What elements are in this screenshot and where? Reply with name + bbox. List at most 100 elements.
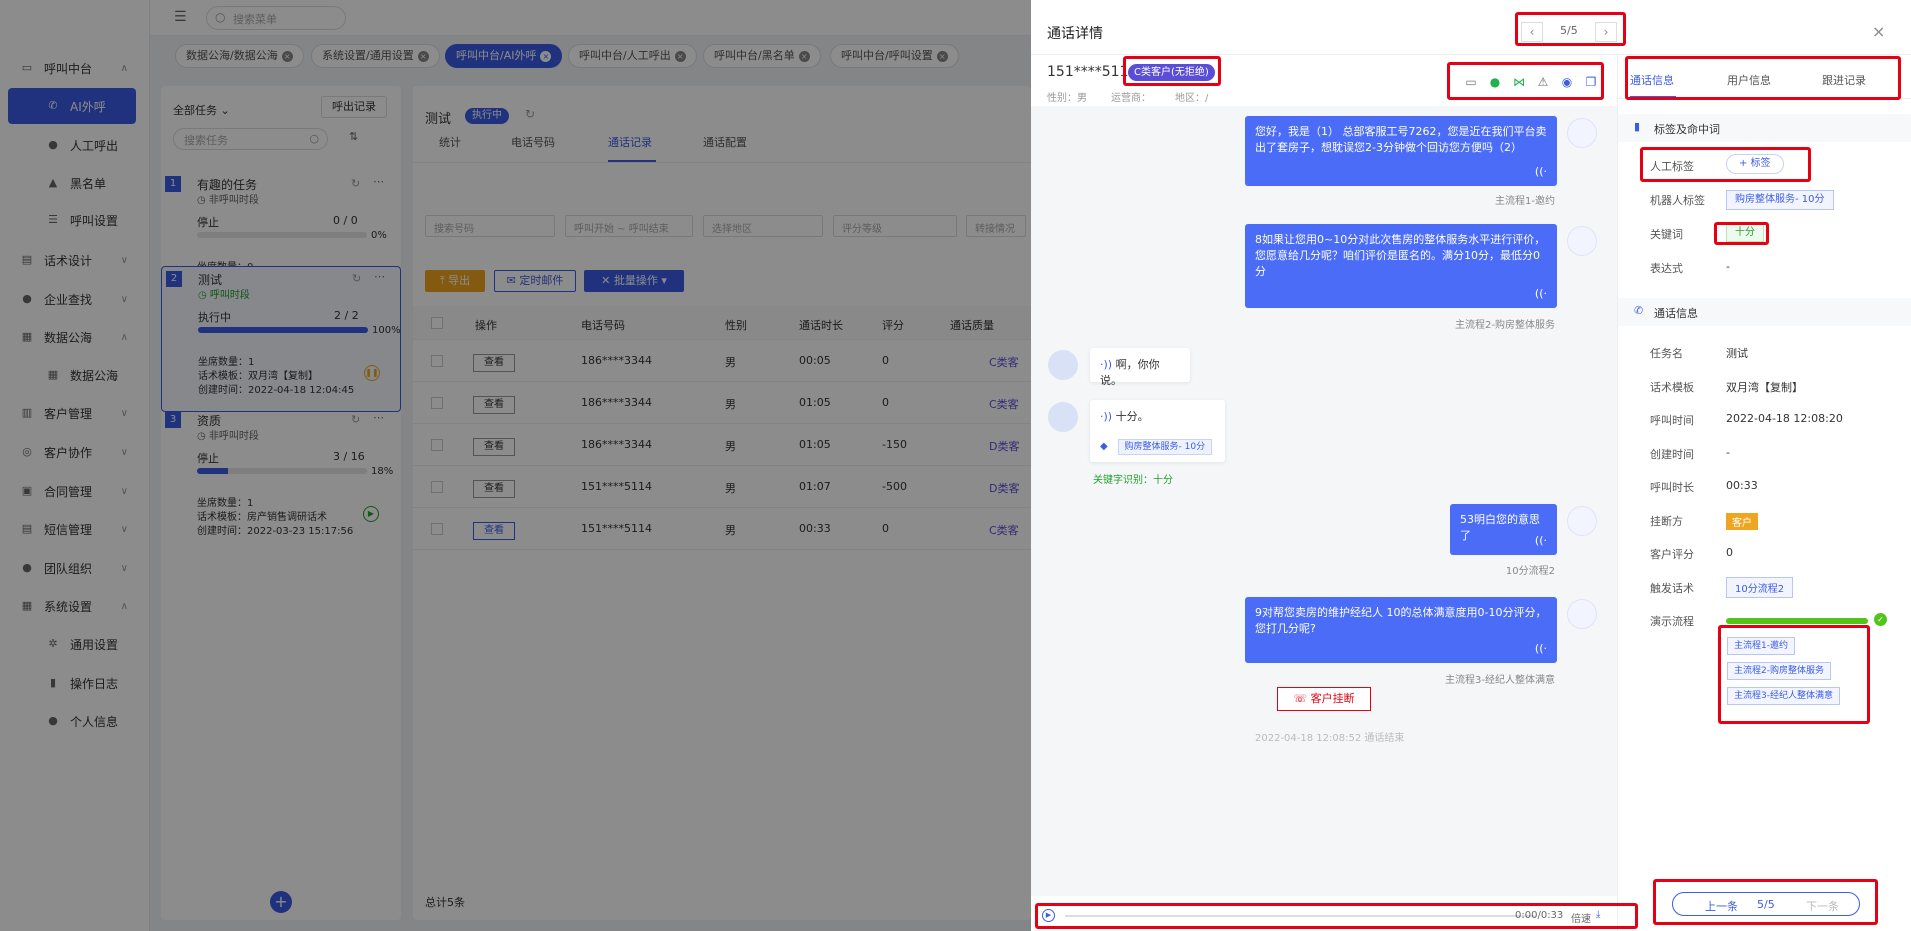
share-icon[interactable]: ⋈	[1511, 74, 1527, 90]
customer-message: ·)) 啊，你你说。	[1090, 348, 1190, 387]
modal-mask[interactable]	[0, 0, 1031, 931]
audio-wave-icon[interactable]: ((·	[1535, 533, 1547, 549]
message-tag-chip: 购房整体服务- 10分	[1117, 439, 1213, 455]
robot-avatar-icon	[1567, 226, 1597, 256]
customer-message-text: 十分。	[1115, 410, 1149, 423]
flow-step[interactable]: 主流程3-经纪人整体满意	[1727, 687, 1840, 705]
call-section-header: ✆ 通话信息	[1618, 298, 1911, 326]
expression-value: -	[1726, 260, 1730, 273]
call-info-value: -	[1726, 445, 1730, 459]
robot-tag-chip: 购房整体服务- 10分	[1726, 190, 1834, 210]
tag-icon: ◆	[1100, 441, 1108, 452]
record-pager: 5/5	[1560, 24, 1578, 37]
call-info-label: 呼叫时间	[1650, 414, 1694, 427]
bookmark-icon: ▮	[1634, 120, 1641, 133]
robot-message: 53明白您的意思了 ((·	[1450, 504, 1557, 555]
call-info-value: 00:33	[1726, 479, 1758, 492]
audio-progress-track[interactable]	[1065, 915, 1535, 917]
close-icon[interactable]: ×	[1872, 22, 1885, 41]
speed-control[interactable]: 倍速	[1571, 910, 1591, 925]
hangup-icon: ☏	[1293, 692, 1308, 705]
audio-wave-icon[interactable]: ((·	[1535, 641, 1547, 657]
call-info-label: 触发话术	[1650, 581, 1694, 595]
keyword-recognition: 关键字识别：十分	[1093, 475, 1173, 486]
call-info-value: 客户	[1726, 512, 1758, 530]
message-caption: 10分流程2	[1505, 566, 1555, 577]
message-icon[interactable]: ●	[1487, 74, 1503, 90]
robot-message: 9对帮您卖房的维护经纪人 10的总体满意度用0-10分评分，您打几分呢? ((·	[1245, 597, 1557, 663]
customer-avatar-icon	[1048, 402, 1078, 432]
robot-message-text: 8如果让您用0~10分对此次售房的整体服务水平进行评价，您愿意给几分呢？咱们评价…	[1255, 233, 1546, 278]
play-icon[interactable]: ▶	[1042, 909, 1055, 922]
call-info-label: 任务名	[1650, 347, 1683, 360]
call-info-value: 测试	[1726, 347, 1748, 360]
call-info-value: 双月湾【复制】	[1726, 380, 1803, 394]
transcript-icon[interactable]: ▭	[1463, 74, 1479, 90]
customer-phone: 151****5114	[1047, 64, 1138, 80]
customer-class-badge: C类客户(无拒绝)	[1128, 64, 1215, 81]
audio-wave-icon[interactable]: ·))	[1100, 410, 1112, 423]
flow-step[interactable]: 主流程2-购房整体服务	[1727, 662, 1831, 680]
audio-time: 0:00/0:33	[1515, 910, 1564, 921]
next-record-button[interactable]: 下一条	[1806, 898, 1839, 914]
robot-message: 您好，我是（1） 总部客服工号7262，您是近在我们平台卖出了套房子，想耽误您2…	[1245, 116, 1557, 186]
message-caption: 主流程1-邀约	[1495, 196, 1555, 207]
download-icon[interactable]: ⤓	[1596, 909, 1600, 920]
call-info-label: 呼叫时长	[1650, 481, 1694, 494]
drawer-title: 通话详情	[1047, 26, 1103, 42]
call-info-label: 挂断方	[1650, 514, 1683, 528]
robot-avatar-icon	[1567, 118, 1597, 148]
keyword-chip: 十分	[1726, 224, 1764, 242]
next-record-arrow[interactable]: ›	[1595, 22, 1617, 42]
info-tab-1[interactable]: 用户信息	[1727, 72, 1771, 88]
info-tab-2[interactable]: 跟进记录	[1822, 72, 1866, 88]
call-section-title: 通话信息	[1654, 307, 1698, 320]
info-panel-divider	[1617, 55, 1618, 931]
flow-progress-bar	[1726, 618, 1868, 624]
info-tab-0[interactable]: 通话信息	[1630, 72, 1674, 88]
tags-section-title: 标签及命中词	[1654, 123, 1720, 136]
prev-record-button[interactable]: 上一条	[1705, 898, 1738, 914]
customer-avatar-icon	[1048, 350, 1078, 380]
message-caption: 主流程3-经纪人整体满意	[1445, 675, 1555, 686]
alert-icon[interactable]: ⚠	[1535, 74, 1551, 90]
manual-tag-label: 人工标签	[1650, 160, 1694, 173]
flow-step[interactable]: 主流程1-邀约	[1727, 637, 1795, 655]
phone-icon: ✆	[1634, 304, 1644, 317]
robot-avatar-icon	[1567, 506, 1597, 536]
call-info-label: 客户评分	[1650, 548, 1694, 561]
add-tag-button[interactable]: + 标签	[1726, 154, 1784, 174]
meta-gender: 性别：男	[1047, 93, 1087, 104]
robot-message-text: 53明白您的意思了	[1460, 513, 1540, 542]
record-nav: 上一条 5/5 下一条	[1672, 892, 1860, 916]
message-caption: 主流程2-购房整体服务	[1455, 320, 1555, 331]
copy-icon[interactable]: ❐	[1583, 74, 1599, 90]
call-info-value: 0	[1726, 546, 1733, 559]
audio-wave-icon[interactable]: ((·	[1535, 164, 1547, 180]
tags-section-header: ▮ 标签及命中词	[1618, 114, 1911, 142]
call-info-label: 话术模板	[1650, 380, 1694, 394]
robot-tag-label: 机器人标签	[1650, 194, 1705, 207]
robot-message: 8如果让您用0~10分对此次售房的整体服务水平进行评价，您愿意给几分呢？咱们评价…	[1245, 224, 1557, 308]
prev-record-arrow[interactable]: ‹	[1521, 22, 1543, 42]
eye-icon[interactable]: ◉	[1559, 74, 1575, 90]
speed-label: 倍速	[1571, 914, 1591, 925]
call-end-note: 2022-04-18 12:08:52 通话结束	[1255, 733, 1405, 744]
meta-region: 地区：/	[1175, 93, 1209, 104]
call-info-value: 2022-04-18 12:08:20	[1726, 412, 1843, 425]
robot-avatar-icon	[1567, 599, 1597, 629]
call-info-label: 创建时间	[1650, 447, 1694, 461]
robot-message-text: 您好，我是（1） 总部客服工号7262，您是近在我们平台卖出了套房子，想耽误您2…	[1255, 125, 1547, 154]
call-info-value[interactable]: 10分流程2	[1726, 576, 1794, 598]
expression-label: 表达式	[1650, 262, 1683, 275]
hangup-label: 客户挂断	[1310, 692, 1355, 705]
audio-wave-icon[interactable]: ((·	[1535, 286, 1547, 302]
audio-wave-icon[interactable]: ·))	[1100, 358, 1112, 371]
info-tabs-divider	[1618, 98, 1911, 99]
audio-player: ▶ 0:00/0:33 倍速 ⤓	[1031, 904, 1617, 931]
meta-carrier: 运营商：	[1111, 93, 1151, 104]
keyword-label: 关键词	[1650, 228, 1683, 241]
hangup-indicator: ☏ 客户挂断	[1277, 687, 1371, 711]
record-count: 5/5	[1757, 898, 1775, 911]
check-circle-icon: ✓	[1874, 613, 1887, 626]
